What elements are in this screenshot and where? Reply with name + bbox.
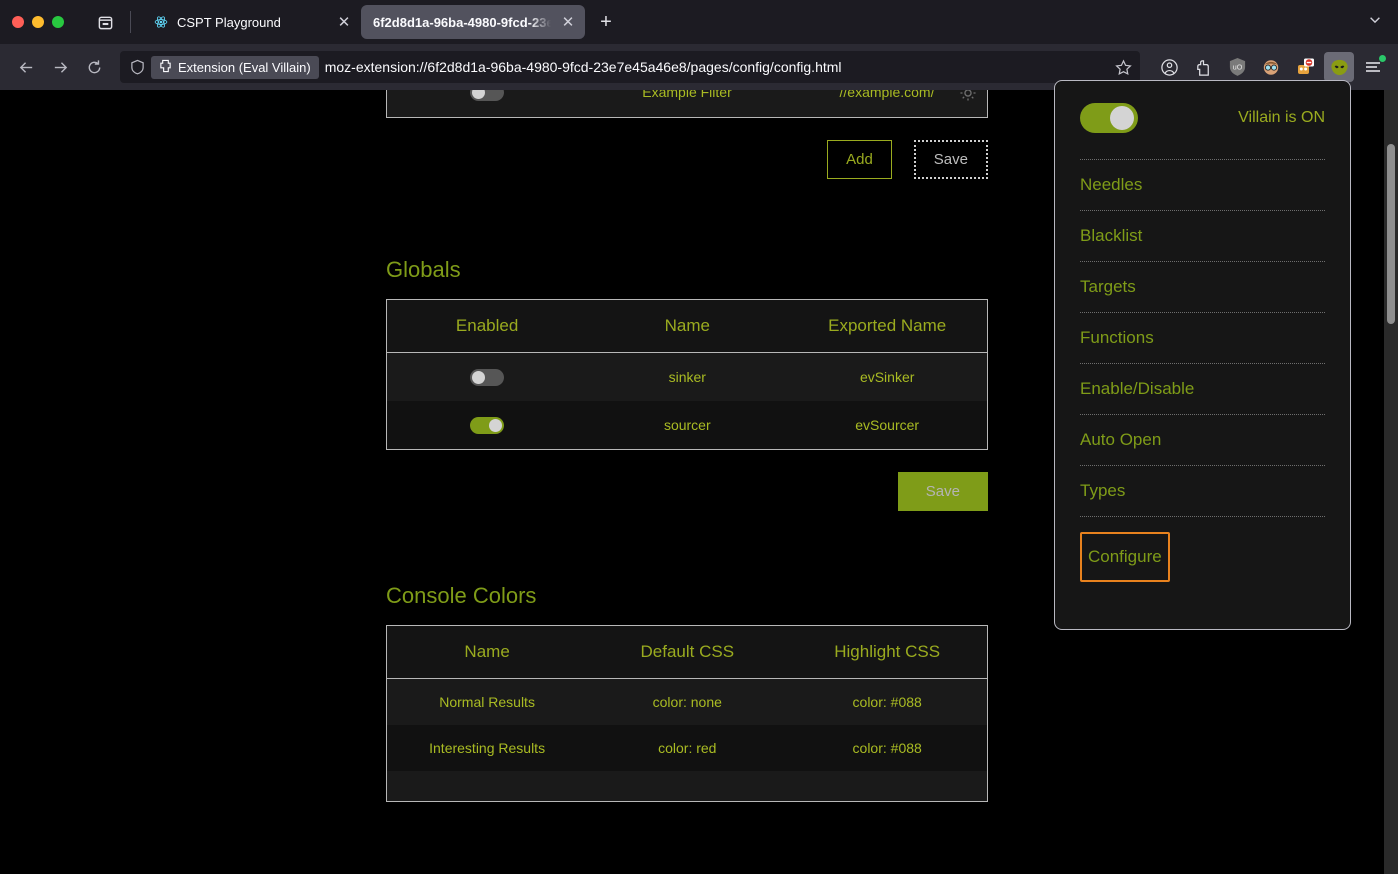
shield-icon[interactable] [130, 59, 145, 75]
react-atom-icon [153, 14, 169, 30]
globals-row-toggle[interactable] [386, 400, 588, 450]
browser-toolbar-icons: uO [1150, 52, 1388, 82]
villain-power-toggle[interactable] [1080, 103, 1138, 133]
popup-item-needles[interactable]: Needles [1080, 159, 1325, 210]
column-header-exported-name: Exported Name [787, 299, 988, 353]
needles-button-row: Add Save [386, 140, 988, 179]
chevron-down-icon[interactable] [1368, 13, 1382, 32]
column-header-highlight-css: Highlight CSS [787, 625, 988, 679]
close-window-button[interactable] [12, 16, 24, 28]
extension-chip-label: Extension (Eval Villain) [178, 59, 311, 75]
console-colors-section-title: Console Colors [386, 582, 537, 608]
scrollbar-thumb[interactable] [1387, 144, 1395, 324]
table-row: Interesting Results color: red color: #0… [386, 724, 988, 771]
menu-update-badge [1379, 55, 1386, 62]
svg-text:uO: uO [1232, 63, 1242, 71]
face-glasses-icon[interactable] [1256, 52, 1286, 82]
tab-cspt-playground[interactable]: CSPT Playground ✕ [141, 5, 361, 39]
globals-row-toggle[interactable] [386, 352, 588, 401]
popup-item-configure-wrapper: Configure [1080, 516, 1325, 582]
row-toggle[interactable] [387, 90, 587, 101]
globals-row-name: sinker [587, 352, 788, 401]
table-row: sourcer evSourcer [386, 400, 988, 450]
popup-item-types[interactable]: Types [1080, 465, 1325, 516]
save-button-globals[interactable]: Save [897, 471, 988, 511]
toggle-switch-off[interactable] [470, 368, 505, 386]
minimize-window-button[interactable] [32, 16, 44, 28]
address-bar[interactable]: Extension (Eval Villain) moz-extension:/… [120, 51, 1140, 83]
eval-villain-icon[interactable] [1324, 52, 1354, 82]
popup-item-auto-open[interactable]: Auto Open [1080, 414, 1325, 465]
close-tab-button[interactable]: ✕ [335, 13, 353, 31]
color-row-default-css [587, 770, 788, 802]
star-icon[interactable] [1115, 58, 1132, 76]
globals-button-row: Save [386, 471, 988, 511]
back-arrow-icon[interactable] [10, 51, 42, 83]
color-row-default-css[interactable]: color: none [587, 678, 788, 725]
reload-icon[interactable] [78, 51, 110, 83]
popup-item-enable-disable[interactable]: Enable/Disable [1080, 363, 1325, 414]
maximize-window-button[interactable] [52, 16, 64, 28]
tabstrip-divider [130, 11, 131, 33]
extensions-icon[interactable] [1188, 52, 1218, 82]
popup-item-functions[interactable]: Functions [1080, 312, 1325, 363]
new-tab-button[interactable]: + [591, 7, 621, 37]
needles-table-partial: Example Filter //example.com/ [386, 90, 988, 118]
extension-plug-icon [159, 59, 172, 76]
table-row: Normal Results color: none color: #088 [386, 678, 988, 725]
popup-header: Villain is ON [1080, 103, 1325, 133]
app-menu-icon[interactable] [1358, 52, 1388, 82]
globals-table: Enabled Name Exported Name sinker evSink… [386, 299, 988, 450]
close-tab-button[interactable]: ✕ [559, 13, 577, 31]
globals-row-exported-name: evSourcer [787, 400, 988, 450]
forward-arrow-icon[interactable] [44, 51, 76, 83]
popup-item-targets[interactable]: Targets [1080, 261, 1325, 312]
popup-item-blacklist[interactable]: Blacklist [1080, 210, 1325, 261]
table-header-row: Enabled Name Exported Name [386, 299, 988, 353]
popup-item-configure[interactable]: Configure [1080, 532, 1170, 582]
tab-title: CSPT Playground [177, 14, 281, 30]
table-row: Example Filter //example.com/ [387, 90, 987, 107]
table-row [386, 770, 988, 802]
url-text[interactable]: moz-extension://6f2d8d1a-96ba-4980-9fcd-… [325, 59, 1109, 75]
color-row-name [386, 770, 588, 802]
table-row: sinker evSinker [386, 352, 988, 401]
toggle-switch-on[interactable] [470, 416, 505, 434]
add-button[interactable]: Add [827, 140, 892, 179]
table-header-row: Name Default CSS Highlight CSS [386, 625, 988, 679]
save-button-needles[interactable]: Save [913, 140, 988, 179]
color-row-highlight-css[interactable]: color: #088 [787, 678, 988, 725]
villain-status-label: Villain is ON [1238, 109, 1325, 126]
eval-villain-popup: Villain is ON Needles Blacklist Targets … [1054, 80, 1351, 630]
color-row-highlight-css [787, 770, 988, 802]
robot-blocker-icon[interactable] [1290, 52, 1320, 82]
globals-row-name: sourcer [587, 400, 788, 450]
extension-identity-chip[interactable]: Extension (Eval Villain) [151, 55, 319, 79]
column-header-enabled: Enabled [386, 299, 588, 353]
column-header-default-css: Default CSS [587, 625, 788, 679]
window-controls [12, 16, 80, 28]
sidebar-icon[interactable] [90, 7, 120, 37]
column-header-name: Name [587, 299, 788, 353]
config-container: Example Filter //example.com/ Add Save G… [0, 90, 1002, 802]
tab-title: 6f2d8d1a-96ba-4980-9fcd-23e7e45a46e8 [373, 14, 551, 30]
row-value: //example.com/ [839, 90, 935, 100]
page-scrollbar[interactable] [1384, 90, 1398, 874]
browser-window: CSPT Playground ✕ 6f2d8d1a-96ba-4980-9fc… [0, 0, 1398, 874]
tab-extension-config[interactable]: 6f2d8d1a-96ba-4980-9fcd-23e7e45a46e8 ✕ [361, 5, 585, 39]
tab-strip: CSPT Playground ✕ 6f2d8d1a-96ba-4980-9fc… [0, 0, 1398, 44]
color-row-name: Interesting Results [386, 724, 588, 771]
globals-section-title: Globals [386, 257, 461, 282]
column-header-name: Name [386, 625, 588, 679]
account-icon[interactable] [1154, 52, 1184, 82]
ublock-origin-icon[interactable]: uO [1222, 52, 1252, 82]
tab-list: CSPT Playground ✕ 6f2d8d1a-96ba-4980-9fc… [141, 0, 621, 44]
color-row-name: Normal Results [386, 678, 588, 725]
row-name: Example Filter [642, 90, 732, 100]
color-row-highlight-css[interactable]: color: #088 [787, 724, 988, 771]
color-row-default-css[interactable]: color: red [587, 724, 788, 771]
gear-icon[interactable] [959, 90, 977, 107]
globals-row-exported-name: evSinker [787, 352, 988, 401]
console-colors-table: Name Default CSS Highlight CSS Normal Re… [386, 624, 988, 802]
